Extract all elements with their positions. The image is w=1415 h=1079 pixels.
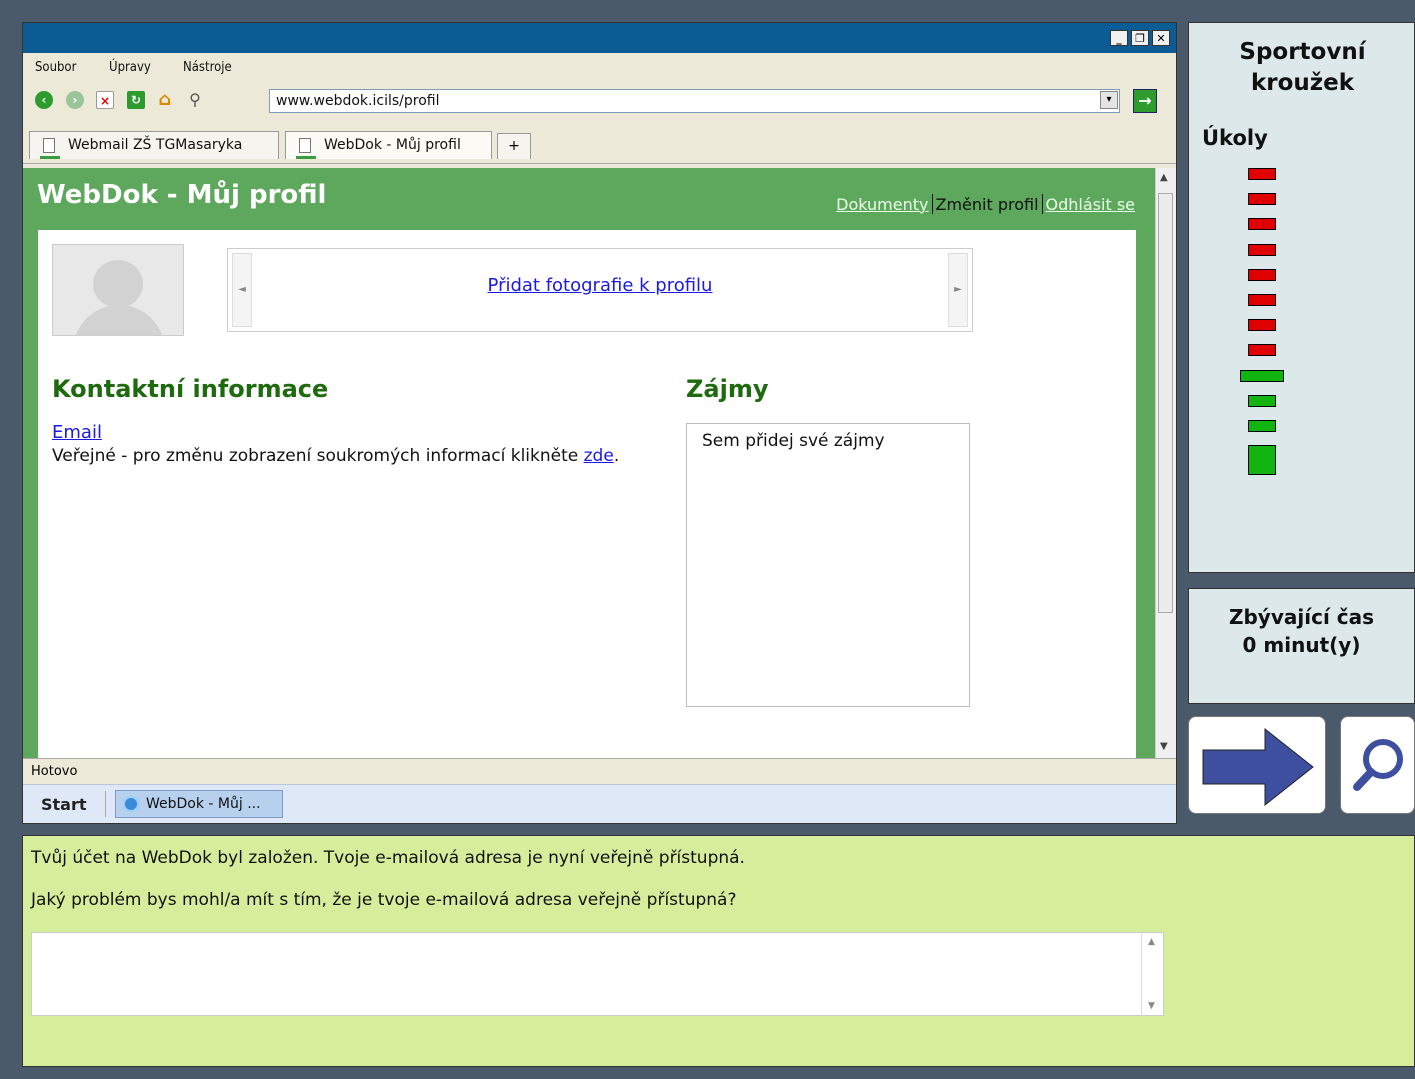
question-intro: Tvůj účet na WebDok byl založen. Tvoje e… — [31, 848, 745, 868]
chevron-right-icon[interactable]: ► — [948, 253, 968, 327]
address-bar[interactable]: www.webdok.icils/profil — [269, 89, 1120, 113]
privacy-here-link[interactable]: zde — [584, 446, 614, 466]
task-indicator — [1248, 193, 1276, 206]
time-label: Zbývající čas — [1228, 605, 1375, 629]
task-panel: Sportovní kroužek Úkoly — [1188, 22, 1415, 573]
task-indicator — [1248, 445, 1276, 476]
photo-strip: ◄ Přidat fotografie k profilu ► — [227, 248, 973, 332]
app-frame: _ ❐ ✕ Soubor Úpravy Nástroje ‹ › × ↻ ⌂ ⚲… — [0, 0, 1415, 1079]
arrow-right-icon — [1202, 727, 1314, 807]
home-icon[interactable]: ⌂ — [156, 91, 174, 109]
taskbar-item-webdok[interactable]: WebDok - Můj ... — [115, 790, 283, 818]
profile-content: ◄ Přidat fotografie k profilu ► Kontaktn… — [38, 230, 1136, 758]
menu-tools[interactable]: Nástroje — [183, 60, 232, 75]
question-text: Jaký problém bys mohl/a mít s tím, že je… — [31, 890, 737, 910]
time-value: 0 minut(y) — [1242, 633, 1361, 657]
nav-change-profile: Změnit profil — [935, 194, 1039, 214]
menu-bar: Soubor Úpravy Nástroje — [23, 53, 1176, 81]
new-tab-button[interactable]: + — [497, 133, 531, 159]
task-indicator — [1240, 369, 1284, 382]
tab-webdok-profile[interactable]: WebDok - Můj profil — [285, 131, 492, 159]
nav-logout-link[interactable]: Odhlásit se — [1046, 195, 1135, 214]
contact-heading: Kontaktní informace — [52, 375, 329, 403]
page-icon — [299, 138, 311, 153]
refresh-icon[interactable]: ↻ — [127, 91, 145, 109]
add-photos-link[interactable]: Přidat fotografie k profilu — [228, 275, 972, 296]
restore-button[interactable]: ❐ — [1131, 30, 1149, 46]
task-indicator — [1248, 243, 1276, 256]
next-button[interactable] — [1188, 716, 1326, 814]
visibility-text: Veřejné - pro změnu zobrazení soukromých… — [52, 446, 620, 466]
start-button[interactable]: Start — [41, 795, 87, 814]
browser-icon — [123, 796, 139, 812]
tab-webmail[interactable]: Webmail ZŠ TGMasaryka — [29, 131, 279, 159]
task-indicator — [1248, 319, 1276, 332]
task-indicator — [1248, 218, 1276, 231]
answer-scrollbar[interactable]: ▲ ▼ — [1141, 933, 1163, 1015]
email-link[interactable]: Email — [52, 422, 102, 443]
question-area: Tvůj účet na WebDok byl založen. Tvoje e… — [22, 835, 1415, 1067]
stop-icon[interactable]: × — [96, 91, 114, 109]
page-title: WebDok - Můj profil — [37, 180, 327, 210]
browser-toolbar: ‹ › × ↻ ⌂ ⚲ www.webdok.icils/profil ▾ → — [23, 81, 1176, 119]
tab-bar: Webmail ZŠ TGMasaryka WebDok - Můj profi… — [23, 119, 1176, 164]
zoom-button[interactable] — [1340, 716, 1415, 814]
answer-field[interactable] — [31, 932, 1164, 1016]
forward-icon[interactable]: › — [66, 91, 84, 109]
page-icon — [43, 138, 55, 153]
nav-documents-link[interactable]: Dokumenty — [836, 195, 928, 214]
task-indicator — [1248, 294, 1276, 306]
page-scrollbar[interactable]: ▲ ▼ — [1155, 168, 1176, 758]
site-nav: Dokumenty Změnit profil Odhlásit se — [836, 194, 1135, 214]
taskbar: Start WebDok - Můj ... — [23, 784, 1176, 823]
browser-titlebar: _ ❐ ✕ — [23, 23, 1176, 53]
page-viewport: WebDok - Můj profil Dokumenty Změnit pro… — [23, 168, 1155, 758]
minimize-button[interactable]: _ — [1110, 30, 1128, 46]
close-button[interactable]: ✕ — [1152, 30, 1170, 46]
back-icon[interactable]: ‹ — [35, 91, 53, 109]
task-indicator — [1248, 344, 1276, 357]
menu-file[interactable]: Soubor — [35, 60, 76, 75]
search-icon[interactable]: ⚲ — [186, 91, 204, 109]
time-panel: Zbývající čas 0 minut(y) — [1188, 588, 1415, 704]
address-dropdown[interactable]: ▾ — [1100, 91, 1118, 109]
task-indicator — [1248, 168, 1276, 180]
interests-input[interactable]: Sem přidej své zájmy — [686, 423, 970, 707]
interests-heading: Zájmy — [686, 375, 769, 403]
task-progress — [1189, 23, 1415, 574]
browser-window: _ ❐ ✕ Soubor Úpravy Nástroje ‹ › × ↻ ⌂ ⚲… — [22, 22, 1177, 824]
menu-edit[interactable]: Úpravy — [109, 60, 151, 75]
tab-label: Webmail ZŠ TGMasaryka — [68, 137, 243, 153]
status-bar: Hotovo — [23, 758, 1176, 784]
tab-label: WebDok - Můj profil — [324, 137, 461, 153]
task-indicator — [1248, 420, 1276, 432]
task-indicator — [1248, 394, 1276, 407]
go-button[interactable]: → — [1133, 89, 1157, 113]
task-indicator — [1248, 268, 1276, 281]
avatar — [52, 244, 184, 336]
magnifier-icon — [1353, 739, 1403, 791]
